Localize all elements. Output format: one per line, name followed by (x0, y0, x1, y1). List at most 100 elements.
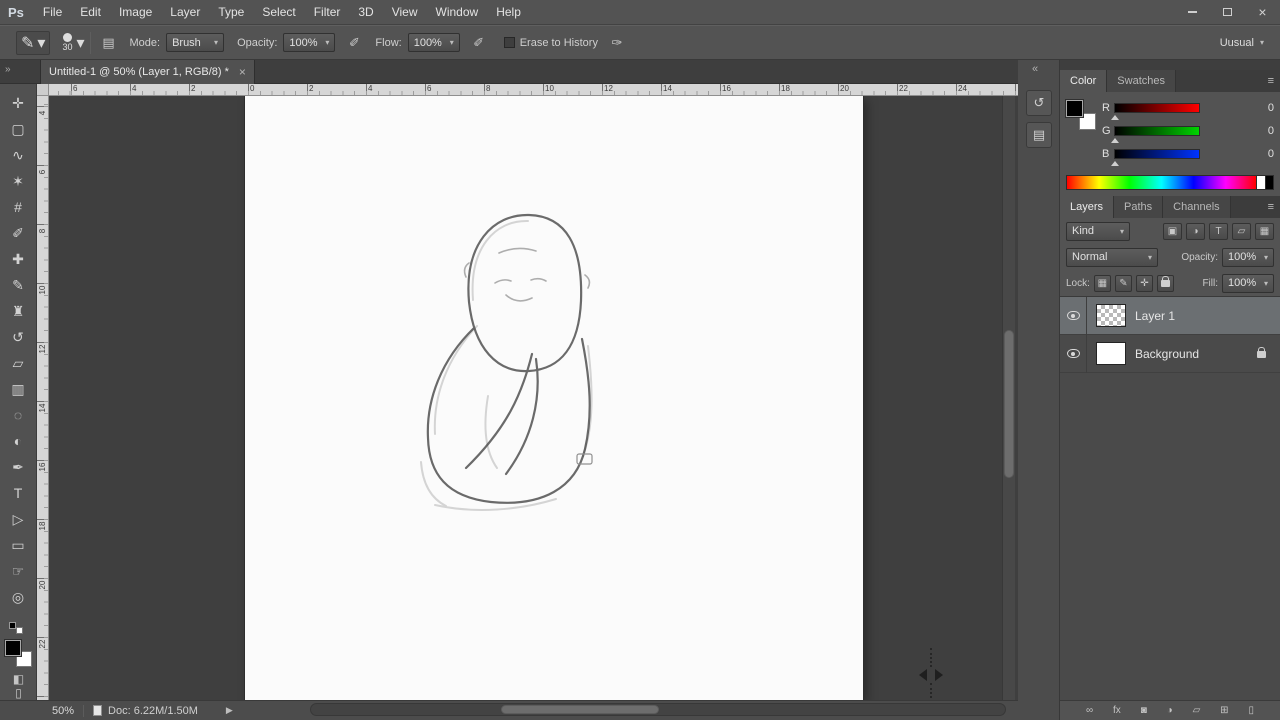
eyedropper-tool[interactable]: ✐ (0, 220, 36, 246)
flow-dropdown[interactable]: 100% ▾ (407, 33, 460, 52)
filter-shape-layers-icon[interactable]: ▱ (1232, 222, 1251, 240)
filter-adjustment-layers-icon[interactable]: ◑ (1186, 222, 1205, 240)
menu-item-3d[interactable]: 3D (349, 0, 382, 25)
document-size-info[interactable]: Doc: 6.22M/1.50M (108, 705, 198, 717)
canvas-background[interactable] (49, 96, 1018, 700)
erase-to-history-checkbox[interactable] (503, 37, 515, 48)
layer-opacity-dropdown[interactable]: 100% ▾ (1222, 247, 1274, 267)
layers-tab-channels[interactable]: Channels (1163, 196, 1231, 218)
lock-position-icon[interactable]: ✛ (1135, 274, 1153, 292)
channel-value[interactable]: 0 (1246, 148, 1274, 160)
menu-item-help[interactable]: Help (487, 0, 530, 25)
status-arrow-icon[interactable]: ▶ (226, 705, 233, 716)
layer-group-icon[interactable]: ▱ (1193, 701, 1201, 720)
lock-image-pixels-icon[interactable]: ✎ (1114, 274, 1132, 292)
panel-menu-icon[interactable]: ≡ (1268, 75, 1274, 87)
fill-dropdown[interactable]: 100% ▾ (1222, 273, 1274, 293)
properties-panel-icon[interactable]: ▤ (1026, 122, 1052, 148)
brush-preset-picker[interactable]: 30 ▾ (62, 33, 84, 53)
layer-mask-icon[interactable]: ◙ (1141, 701, 1147, 720)
menu-item-edit[interactable]: Edit (71, 0, 110, 25)
new-layer-icon[interactable]: ⊞ (1220, 701, 1228, 720)
link-layers-icon[interactable]: ∞ (1086, 701, 1093, 720)
black-swatch[interactable] (1265, 175, 1274, 190)
channel-slider[interactable] (1111, 148, 1200, 166)
zoom-tool[interactable]: ◎ (0, 584, 36, 610)
blur-tool[interactable]: ◌ (0, 402, 36, 428)
vertical-scrollbar[interactable] (1002, 96, 1015, 700)
history-panel-icon[interactable]: ↺ (1026, 90, 1052, 116)
menu-item-image[interactable]: Image (110, 0, 161, 25)
mode-dropdown[interactable]: Brush ▾ (166, 33, 225, 52)
menu-item-filter[interactable]: Filter (305, 0, 350, 25)
filter-type-layers-icon[interactable]: T (1209, 222, 1228, 240)
lasso-tool[interactable]: ∿ (0, 142, 36, 168)
delete-layer-icon[interactable]: ▯ (1248, 701, 1254, 720)
zoom-level[interactable]: 50% (52, 705, 74, 717)
menu-item-window[interactable]: Window (427, 0, 488, 25)
layers-tab-layers[interactable]: Layers (1060, 196, 1115, 218)
foreground-color-swatch[interactable] (4, 639, 22, 657)
filter-pixel-layers-icon[interactable]: ▣ (1163, 222, 1182, 240)
workspace-switcher[interactable]: Uusual ▾ (1220, 33, 1264, 52)
dock-collapse-icon[interactable]: « (1032, 63, 1038, 75)
rectangle-tool[interactable]: ▭ (0, 532, 36, 558)
layers-tab-paths[interactable]: Paths (1114, 196, 1164, 218)
opacity-dropdown[interactable]: 100% ▾ (283, 33, 336, 52)
ruler-top[interactable]: 6 4 2 0 2 4 6 8 10 12 14 16 18 20 22 24 (49, 84, 1018, 96)
minimize-button[interactable] (1175, 2, 1210, 22)
tab-close-icon[interactable]: × (239, 65, 246, 79)
clone-stamp-tool[interactable]: ♜ (0, 298, 36, 324)
erase-to-history-option[interactable]: Erase to History (503, 37, 598, 49)
channel-slider[interactable] (1111, 102, 1200, 120)
default-colors-widget[interactable] (9, 622, 23, 634)
hand-tool[interactable]: ☞ (0, 558, 36, 584)
foreground-color-swatch[interactable] (1065, 99, 1084, 118)
channel-value[interactable]: 0 (1246, 102, 1274, 114)
history-brush-tool[interactable]: ↺ (0, 324, 36, 350)
move-tool[interactable]: ✛ (0, 90, 36, 116)
brush-panel-toggle-button[interactable]: ▤ (97, 32, 119, 54)
airbrush-button[interactable]: ✐ (468, 32, 490, 54)
close-button[interactable]: × (1245, 2, 1280, 22)
vertical-scrollbar-thumb[interactable] (1004, 330, 1014, 478)
gradient-tool[interactable]: ▥ (0, 376, 36, 402)
screen-mode-button[interactable]: ▯ (0, 686, 37, 700)
brush-tool[interactable]: ✎ (0, 272, 36, 298)
menu-item-layer[interactable]: Layer (161, 0, 209, 25)
type-tool[interactable]: T (0, 480, 36, 506)
lock-all-icon[interactable] (1156, 274, 1174, 292)
document-canvas[interactable] (245, 96, 863, 700)
crop-tool[interactable]: # (0, 194, 36, 220)
layer-visibility-toggle[interactable] (1060, 296, 1087, 335)
quick-selection-tool[interactable]: ✶ (0, 168, 36, 194)
rectangular-marquee-tool[interactable]: ▢ (0, 116, 36, 142)
menu-item-view[interactable]: View (383, 0, 427, 25)
toolbar-collapse-icon[interactable]: » (5, 64, 11, 75)
document-tab[interactable]: Untitled-1 @ 50% (Layer 1, RGB/8) * × (40, 60, 255, 84)
layer-row-background[interactable]: Background (1060, 334, 1280, 373)
healing-brush-tool[interactable]: ✚ (0, 246, 36, 272)
horizontal-scrollbar[interactable] (310, 703, 1006, 716)
pressure-opacity-button[interactable]: ✐ (343, 32, 365, 54)
channel-slider[interactable] (1111, 125, 1200, 143)
channel-value[interactable]: 0 (1246, 125, 1274, 137)
filter-smart-object-icon[interactable]: ▦ (1255, 222, 1274, 240)
quick-mask-button[interactable]: ◧ (0, 672, 37, 686)
lock-transparent-pixels-icon[interactable]: ▦ (1093, 274, 1111, 292)
pen-tool[interactable]: ✒ (0, 454, 36, 480)
menu-item-file[interactable]: File (34, 0, 71, 25)
maximize-button[interactable] (1210, 2, 1245, 22)
adjustment-layer-icon[interactable]: ◑ (1167, 701, 1173, 720)
kind-filter-dropdown[interactable]: Kind ▾ (1066, 221, 1130, 241)
layer-visibility-toggle[interactable] (1060, 334, 1087, 373)
layer-style-icon[interactable]: fx (1113, 701, 1121, 720)
ruler-left[interactable]: 4 6 8 10 12 14 16 18 20 22 (37, 96, 49, 700)
menu-item-type[interactable]: Type (209, 0, 253, 25)
layer-thumbnail[interactable] (1096, 304, 1126, 327)
color-tab-swatches[interactable]: Swatches (1107, 70, 1176, 92)
path-selection-tool[interactable]: ▷ (0, 506, 36, 532)
color-spectrum-bar[interactable] (1066, 175, 1256, 190)
pressure-size-button[interactable]: ✑ (606, 32, 628, 54)
layer-thumbnail[interactable] (1096, 342, 1126, 365)
